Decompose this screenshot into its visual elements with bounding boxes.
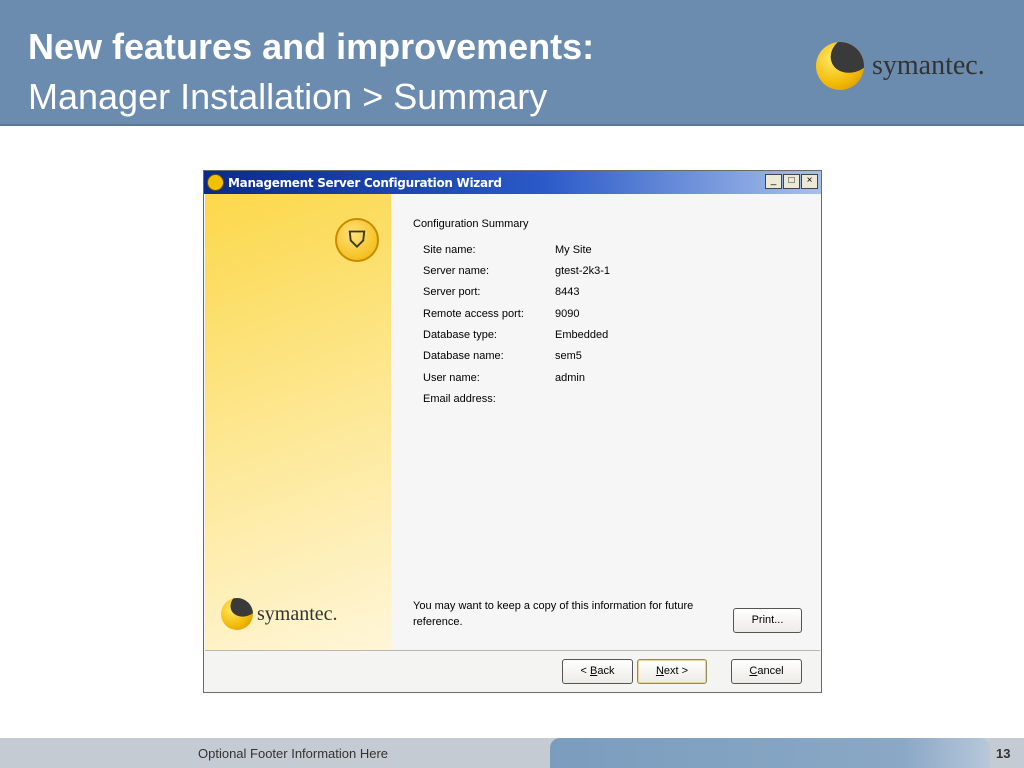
- dialog-title: Management Server Configuration Wizard: [228, 175, 502, 190]
- row-label: Database name:: [423, 350, 504, 362]
- row-label: Remote access port:: [423, 308, 524, 320]
- next-mnemonic: N: [655, 665, 664, 677]
- footer-decoration: [550, 738, 990, 768]
- cancel-button[interactable]: Cancel: [731, 659, 802, 684]
- slide-title: New features and improvements:: [28, 26, 595, 67]
- back-label-rest: ack: [597, 665, 615, 677]
- summary-panel: Configuration Summary Site name: My Site …: [392, 194, 821, 650]
- row-label: Email address:: [423, 393, 496, 405]
- shield-app-icon: [207, 174, 224, 191]
- print-button[interactable]: Print...: [733, 608, 802, 633]
- wizard-dialog: Management Server Configuration Wizard _…: [203, 170, 822, 693]
- symantec-logo: symantec.: [816, 42, 985, 90]
- next-label: ext >: [663, 665, 689, 677]
- minimize-button[interactable]: _: [765, 174, 782, 189]
- row-value: My Site: [555, 244, 592, 256]
- wizard-side-panel: ⛉ symantec.: [205, 194, 391, 650]
- title-bar[interactable]: Management Server Configuration Wizard _…: [204, 171, 821, 194]
- print-note: You may want to keep a copy of this info…: [413, 600, 694, 628]
- shield-icon: ⛉: [335, 218, 379, 262]
- row-value: Embedded: [555, 329, 609, 341]
- logo-text: symantec.: [872, 50, 985, 81]
- summary-heading: Configuration Summary: [413, 218, 529, 230]
- row-value: admin: [555, 372, 585, 384]
- slide-header: New features and improvements: Manager I…: [0, 0, 1024, 126]
- symantec-logo-icon: [221, 598, 253, 630]
- slide-footer: Optional Footer Information Here 13: [0, 738, 1024, 768]
- logo-text: symantec.: [257, 602, 338, 625]
- back-label: <: [580, 665, 590, 677]
- row-value: gtest-2k3-1: [555, 265, 611, 277]
- row-label: Server port:: [423, 286, 481, 298]
- page-number: 13: [996, 746, 1011, 761]
- symantec-logo-icon: [816, 42, 864, 90]
- next-button[interactable]: Next >: [637, 659, 707, 684]
- row-label: Site name:: [423, 244, 476, 256]
- row-label: User name:: [423, 372, 480, 384]
- row-label: Server name:: [423, 265, 490, 277]
- divider: [205, 650, 820, 651]
- footer-text: Optional Footer Information Here: [198, 746, 389, 761]
- row-value: 9090: [555, 308, 580, 320]
- cancel-label: ancel: [757, 665, 784, 677]
- row-value: sem5: [555, 350, 582, 362]
- symantec-logo: symantec.: [221, 598, 338, 630]
- close-button[interactable]: ×: [801, 174, 818, 189]
- slide-subtitle: Manager Installation > Summary: [28, 76, 548, 117]
- row-value: 8443: [555, 286, 580, 298]
- back-button[interactable]: < Back: [562, 659, 633, 684]
- row-label: Database type:: [423, 329, 497, 341]
- maximize-button[interactable]: □: [783, 174, 800, 189]
